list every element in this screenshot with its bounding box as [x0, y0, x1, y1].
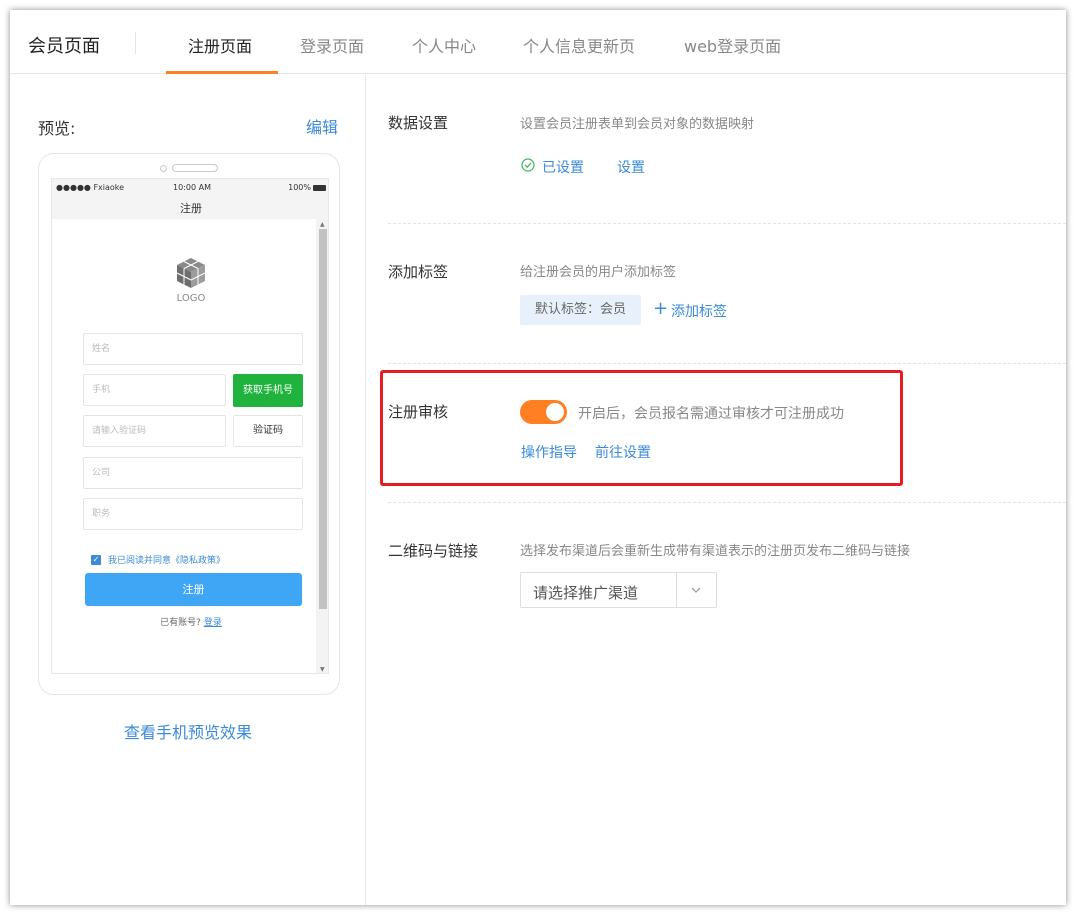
tab-personal-center[interactable]: 个人中心	[412, 33, 476, 57]
review-title: 注册审核	[388, 403, 449, 421]
section-divider	[388, 223, 1066, 224]
battery-indicator: 100%	[288, 183, 326, 192]
select-divider	[676, 573, 677, 607]
edit-link[interactable]: 编辑	[306, 114, 338, 138]
tab-login-page[interactable]: 登录页面	[300, 33, 364, 57]
name-field[interactable]: 姓名	[83, 333, 303, 365]
data-settings-button[interactable]: 设置	[617, 157, 645, 177]
scroll-up-icon[interactable]: ▲	[320, 221, 325, 228]
view-phone-preview-link[interactable]: 查看手机预览效果	[10, 719, 366, 743]
send-code-button[interactable]: 验证码	[233, 415, 303, 447]
scroll-down-icon[interactable]: ▼	[320, 666, 325, 673]
preview-panel: 预览: 编辑 ●●●●● Fxiaoke 10:00 AM 100% 注册 LO…	[10, 75, 366, 905]
time-text: 10:00 AM	[173, 183, 211, 192]
page-title: 会员页面	[28, 36, 100, 57]
add-tag-button[interactable]: 添加标签	[671, 301, 727, 321]
speaker-icon	[172, 164, 218, 172]
channel-select[interactable]: 请选择推广渠道	[520, 572, 717, 608]
agree-checkbox[interactable]: ✓	[91, 555, 101, 565]
tab-register-page[interactable]: 注册页面	[188, 33, 252, 57]
tags-title: 添加标签	[388, 263, 449, 281]
phone-scrollbar[interactable]: ▲ ▼	[316, 219, 328, 673]
preview-label: 预览:	[38, 119, 76, 138]
toggle-knob	[546, 403, 564, 421]
position-field[interactable]: 职务	[83, 498, 303, 530]
qrcode-title: 二维码与链接	[388, 542, 479, 560]
scroll-thumb[interactable]	[319, 229, 327, 609]
login-link[interactable]: 登录	[204, 618, 222, 628]
chevron-down-icon[interactable]	[689, 583, 703, 597]
login-prompt: 已有账号? 登录	[52, 615, 328, 628]
highlight-box	[380, 370, 903, 486]
phone-status-bar: ●●●●● Fxiaoke 10:00 AM 100% 注册	[52, 179, 328, 219]
register-button[interactable]: 注册	[85, 573, 302, 606]
plus-icon[interactable]: +	[653, 300, 668, 318]
section-divider	[388, 502, 1066, 503]
tab-profile-update[interactable]: 个人信息更新页	[523, 33, 635, 57]
title-divider	[135, 32, 136, 54]
qrcode-desc: 选择发布渠道后会重新生成带有渠道表示的注册页发布二维码与链接	[520, 544, 911, 559]
active-tab-indicator	[166, 71, 278, 74]
top-nav: 会员页面 注册页面 登录页面 个人中心 个人信息更新页 web登录页面	[10, 10, 1066, 74]
review-toggle[interactable]	[520, 400, 567, 424]
data-settings-title: 数据设置	[388, 114, 449, 132]
review-desc: 开启后，会员报名需通过审核才可注册成功	[578, 406, 844, 422]
data-settings-desc: 设置会员注册表单到会员对象的数据映射	[520, 117, 755, 132]
privacy-agree-text[interactable]: 我已阅读并同意《隐私政策》	[108, 553, 225, 566]
check-circle-icon	[521, 158, 535, 176]
channel-select-placeholder: 请选择推广渠道	[533, 584, 639, 602]
operation-guide-link[interactable]: 操作指导	[521, 442, 577, 462]
get-phone-number-button[interactable]: 获取手机号	[233, 374, 303, 407]
verification-code-field[interactable]: 请输入验证码	[83, 415, 226, 447]
data-settings-status: 已设置	[542, 160, 584, 176]
phone-field[interactable]: 手机	[83, 374, 226, 406]
camera-icon	[160, 165, 167, 172]
phone-screen: ●●●●● Fxiaoke 10:00 AM 100% 注册 LOGO 姓名 手…	[51, 178, 329, 674]
tags-desc: 给注册会员的用户添加标签	[520, 265, 677, 280]
tab-web-login[interactable]: web登录页面	[684, 33, 781, 57]
battery-icon	[313, 184, 326, 191]
logo-cube-icon	[176, 258, 206, 288]
app-window: 会员页面 注册页面 登录页面 个人中心 个人信息更新页 web登录页面 预览: …	[10, 10, 1066, 905]
default-tag-badge: 默认标签：会员	[520, 295, 641, 325]
have-account-text: 已有账号?	[160, 618, 201, 628]
section-divider	[388, 363, 1066, 364]
company-field[interactable]: 公司	[83, 457, 303, 489]
phone-screen-title: 注册	[180, 202, 202, 215]
logo-text: LOGO	[176, 293, 206, 304]
phone-mockup: ●●●●● Fxiaoke 10:00 AM 100% 注册 LOGO 姓名 手…	[38, 153, 340, 695]
battery-text: 100%	[288, 183, 311, 192]
goto-settings-link[interactable]: 前往设置	[595, 442, 651, 462]
carrier-text: ●●●●● Fxiaoke	[56, 183, 125, 192]
